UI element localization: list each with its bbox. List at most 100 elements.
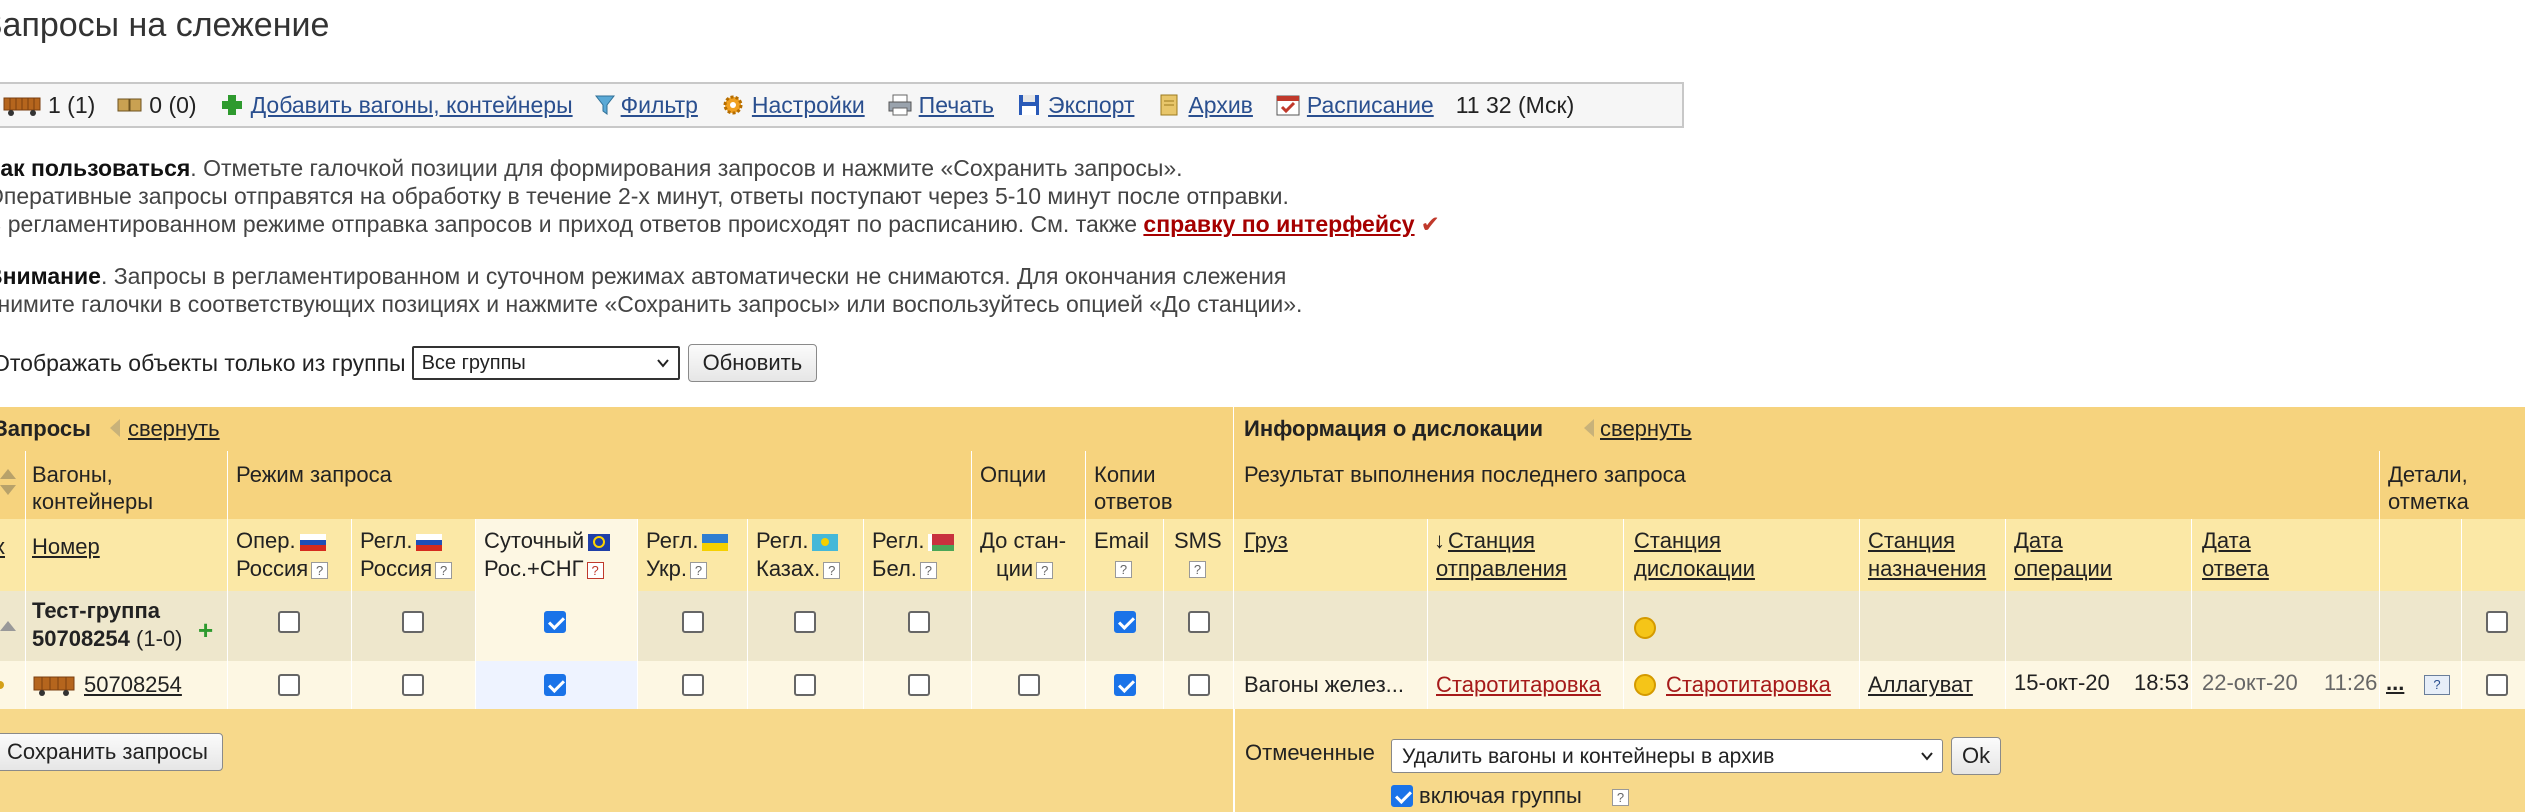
cargo-header[interactable]: Груз — [1234, 519, 1428, 591]
sort-arrows[interactable] — [0, 451, 26, 519]
add-to-group-icon[interactable]: + — [198, 615, 213, 646]
cargo-sort-link[interactable]: Груз — [1244, 527, 1288, 554]
help-icon[interactable]: ? — [919, 561, 937, 579]
row-check-regl-kaz[interactable] — [794, 674, 816, 696]
help-icon[interactable]: ? — [586, 561, 604, 579]
group-check-cell — [1164, 591, 1234, 661]
include-groups-check[interactable] — [1391, 785, 1413, 807]
group-check-regl-kaz[interactable] — [794, 611, 816, 633]
help-line3-text: В регламентированном режиме отправка зап… — [0, 211, 1144, 237]
schedule-button[interactable]: Расписание — [1275, 92, 1434, 119]
help-icon[interactable]: ? — [823, 561, 841, 579]
mode-regl-bel-header: Регл. Бел.? — [864, 519, 972, 591]
group-filter-label: Отображать объекты только из группы — [0, 349, 406, 376]
group-check-email[interactable] — [1114, 611, 1136, 633]
collapse-group-icon[interactable] — [0, 621, 16, 631]
filter-link[interactable]: Фильтр — [621, 92, 698, 119]
refresh-button[interactable]: Обновить — [687, 344, 818, 382]
add-wagons-button[interactable]: Добавить вагоны, контейнеры — [219, 92, 573, 119]
disl-station-sort-link-2[interactable]: дислокации — [1634, 555, 1755, 582]
details-icon[interactable]: ? — [2424, 675, 2450, 695]
help-icon[interactable]: ? — [311, 561, 329, 579]
row-check-to-station[interactable] — [1018, 674, 1040, 696]
mode-regl-bel-line2: Бел. — [872, 556, 917, 581]
sort-up-icon[interactable] — [0, 469, 16, 479]
dep-station-sort-link[interactable]: Станция — [1448, 527, 1535, 554]
export-button[interactable]: Экспорт — [1016, 92, 1134, 119]
save-requests-button[interactable]: Сохранить запросы — [0, 733, 223, 771]
row-dot-icon — [0, 681, 4, 689]
add-wagons-link[interactable]: Добавить вагоны, контейнеры — [251, 92, 573, 119]
settings-button[interactable]: Настройки — [720, 92, 865, 119]
number-sort-link[interactable]: Номер — [32, 533, 100, 560]
help-interface-link[interactable]: справку по интерфейсу — [1143, 211, 1414, 237]
dest-station-sort-link-2[interactable]: назначения — [1868, 555, 1986, 582]
row-mark-check[interactable] — [2486, 674, 2508, 696]
ans-date-header[interactable]: Дата ответа — [2192, 519, 2380, 591]
ans-date-sort-link-2[interactable]: ответа — [2202, 555, 2269, 582]
calendar-icon — [1275, 93, 1301, 117]
status-dot-icon — [1634, 617, 1656, 639]
more-link[interactable]: ... — [2386, 669, 2404, 696]
to-station-header: До стан- ции? — [972, 519, 1086, 591]
wagon-number-link[interactable]: 50708254 — [84, 671, 182, 698]
help-icon[interactable]: ? — [1189, 561, 1206, 579]
group-check-cell — [352, 591, 476, 661]
archive-link[interactable]: Архив — [1188, 92, 1252, 119]
row-check-email[interactable] — [1114, 674, 1136, 696]
archive-button[interactable]: Архив — [1156, 92, 1253, 119]
row-check-oper-russia[interactable] — [278, 674, 300, 696]
dest-station-sort-link[interactable]: Станция — [1868, 527, 1955, 554]
disl-station-sort-link[interactable]: Станция — [1634, 527, 1721, 554]
op-date-header[interactable]: Дата операции — [2006, 519, 2192, 591]
requests-title: Запросы — [0, 416, 91, 441]
group-check-regl-russia[interactable] — [402, 611, 424, 633]
group-check-oper-russia[interactable] — [278, 611, 300, 633]
mode-regl-russia-line2: Россия — [360, 556, 433, 581]
group-select[interactable]: Все группы — [411, 346, 680, 380]
ans-date-sort-link[interactable]: Дата — [2202, 527, 2251, 554]
help-icon[interactable]: ? — [1036, 561, 1054, 579]
group-check-sms[interactable] — [1188, 611, 1210, 633]
help-attention-text: . Запросы в регламентированном и суточно… — [100, 263, 1287, 289]
dep-station-sort-link-2[interactable]: отправления — [1436, 555, 1567, 582]
op-date-sort-link-2[interactable]: операции — [2014, 555, 2112, 582]
row-check-regl-bel[interactable] — [908, 674, 930, 696]
ok-button[interactable]: Ok — [1951, 737, 2002, 775]
help-icon[interactable]: ? — [1612, 789, 1629, 806]
export-link[interactable]: Экспорт — [1048, 92, 1134, 119]
filter-button[interactable]: Фильтр — [594, 92, 698, 119]
row-check-regl-ukr[interactable] — [682, 674, 704, 696]
number-column-header[interactable]: Номер — [26, 519, 228, 591]
requests-collapse-link[interactable]: свернуть — [128, 415, 220, 442]
dest-station-link[interactable]: Аллагуват — [1868, 671, 1973, 698]
help-icon[interactable]: ? — [1115, 561, 1132, 579]
wagons-counter: 1 (1) — [2, 92, 95, 119]
print-link[interactable]: Печать — [919, 92, 994, 119]
group-check-regl-bel[interactable] — [908, 611, 930, 633]
disl-station-header[interactable]: Станция дислокации — [1624, 519, 1860, 591]
group-expand[interactable] — [0, 591, 26, 661]
op-date-sort-link[interactable]: Дата — [2014, 527, 2063, 554]
dislocation-header: Информация о дислокации свернуть — [1234, 407, 2526, 451]
row-check-sms[interactable] — [1188, 674, 1210, 696]
help-icon[interactable]: ? — [435, 561, 453, 579]
select-all-link[interactable]: x — [0, 533, 5, 560]
group-check-daily[interactable] — [544, 611, 566, 633]
group-mark-check[interactable] — [2486, 611, 2508, 633]
settings-link[interactable]: Настройки — [752, 92, 865, 119]
help-icon[interactable]: ? — [689, 561, 707, 579]
row-check-regl-russia[interactable] — [402, 674, 424, 696]
disl-station-link[interactable]: Старотитаровка — [1666, 671, 1831, 698]
dest-station-header[interactable]: Станция назначения — [1860, 519, 2006, 591]
schedule-link[interactable]: Расписание — [1307, 92, 1434, 119]
dep-station-header[interactable]: ↓ Станция отправления — [1428, 519, 1624, 591]
group-check-regl-ukr[interactable] — [682, 611, 704, 633]
sort-down-icon[interactable] — [0, 485, 16, 495]
dep-station-cell: Старотитаровка — [1428, 661, 1624, 709]
marked-action-select[interactable]: Удалить вагоны и контейнеры в архив — [1391, 739, 1943, 773]
dislocation-collapse-link[interactable]: свернуть — [1600, 415, 1692, 442]
dep-station-link[interactable]: Старотитаровка — [1436, 671, 1601, 698]
row-check-daily[interactable] — [544, 674, 566, 696]
print-button[interactable]: Печать — [887, 92, 994, 119]
